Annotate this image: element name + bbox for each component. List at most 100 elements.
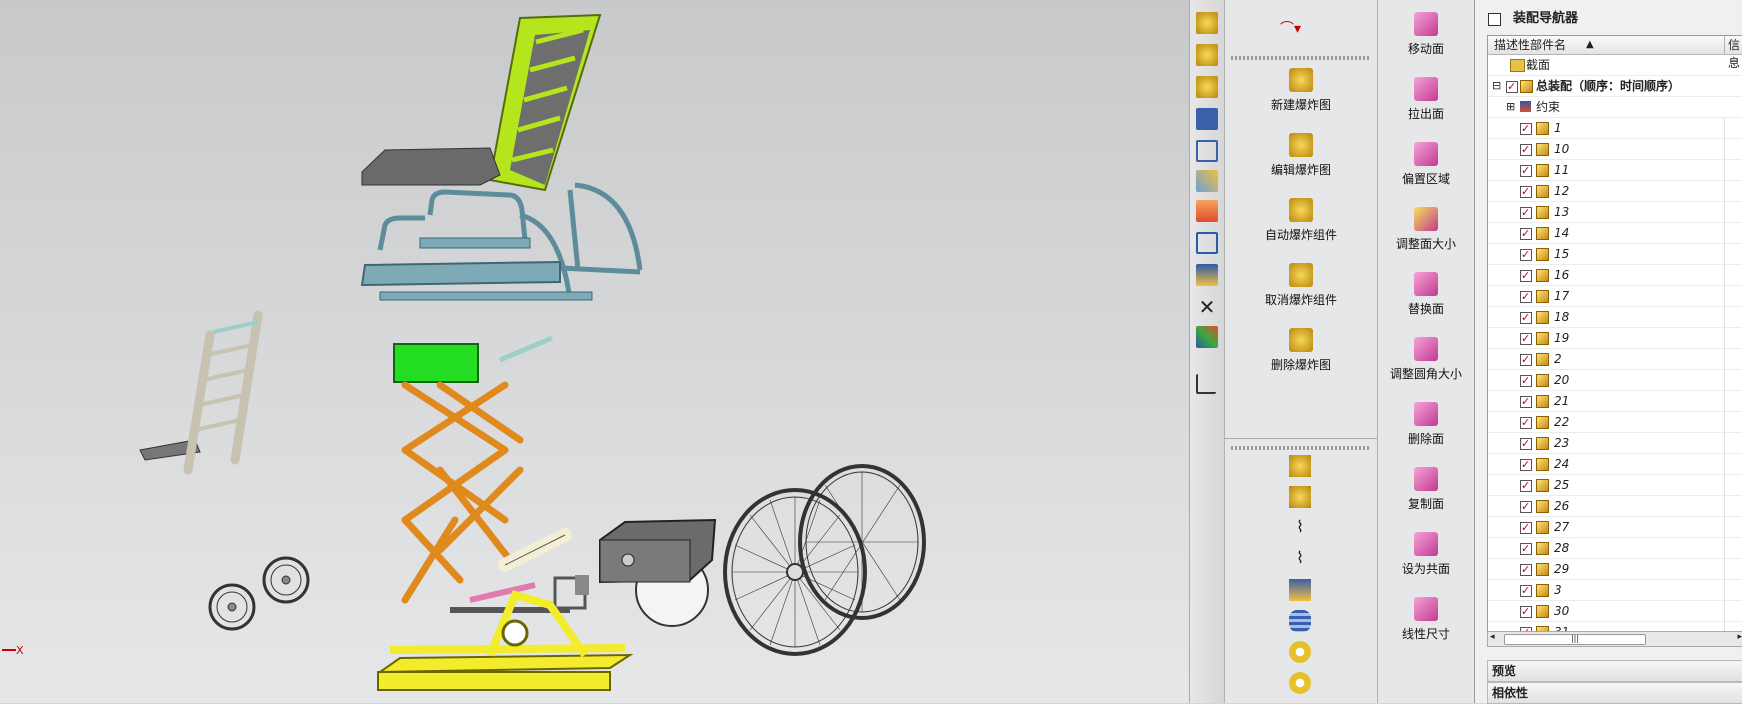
visibility-checkbox[interactable] [1520, 539, 1532, 559]
visibility-checkbox[interactable] [1520, 602, 1532, 622]
tree-node-part[interactable]: 1 [1488, 118, 1742, 139]
tree-node-part[interactable]: 13 [1488, 202, 1742, 223]
linear-dimension-button[interactable]: 线性尺寸 [1378, 597, 1474, 642]
visibility-checkbox[interactable] [1520, 560, 1532, 580]
visibility-checkbox[interactable] [1520, 266, 1532, 286]
fit-view-icon[interactable] [1196, 140, 1218, 162]
spring-icon[interactable] [1289, 610, 1311, 632]
visibility-checkbox[interactable] [1520, 161, 1532, 181]
tree-node-part[interactable]: 15 [1488, 244, 1742, 265]
tree-node-part[interactable]: 12 [1488, 181, 1742, 202]
tree-node-part[interactable]: 24 [1488, 454, 1742, 475]
move-face-button[interactable]: 移动面 [1378, 12, 1474, 57]
constraint-icon[interactable] [1196, 200, 1218, 222]
preview-section[interactable]: 预览 [1487, 660, 1742, 682]
visibility-checkbox[interactable] [1520, 308, 1532, 328]
tree-node-part[interactable]: 10 [1488, 139, 1742, 160]
tree-node-constraints[interactable]: ⊞ 约束 [1488, 97, 1742, 118]
visibility-checkbox[interactable] [1520, 455, 1532, 475]
tree-node-root[interactable]: ⊟ 总装配（顺序：时间顺序） [1488, 76, 1742, 97]
column-part-name[interactable]: 描述性部件名 [1488, 36, 1725, 54]
tree-node-part[interactable]: 27 [1488, 517, 1742, 538]
visibility-checkbox[interactable] [1520, 287, 1532, 307]
visibility-checkbox[interactable] [1520, 518, 1532, 538]
tree-node-part[interactable]: 26 [1488, 496, 1742, 517]
delete-face-button[interactable]: 删除面 [1378, 402, 1474, 447]
bearing-icon[interactable] [1289, 641, 1311, 663]
tree-node-part[interactable]: 25 [1488, 475, 1742, 496]
info-cell [1724, 307, 1742, 327]
resize-blend-button[interactable]: 调整圆角大小 [1378, 337, 1474, 382]
resize-face-button[interactable]: 调整面大小 [1378, 207, 1474, 252]
visibility-checkbox[interactable] [1506, 77, 1518, 97]
sketch-curve-icon[interactable]: ⌇ [1289, 517, 1311, 539]
edit-explosion-button[interactable]: 编辑爆炸图 [1225, 133, 1377, 178]
tree-node-part[interactable]: 18 [1488, 307, 1742, 328]
delete-explosion-button[interactable]: 删除爆炸图 [1225, 328, 1377, 373]
visibility-checkbox[interactable] [1520, 245, 1532, 265]
dependency-section[interactable]: 相依性 [1487, 682, 1742, 704]
trace-line-icon[interactable]: ⌇ [1289, 548, 1311, 570]
scroll-thumb[interactable]: ||| [1504, 634, 1646, 645]
visibility-checkbox[interactable] [1520, 119, 1532, 139]
new-component-icon[interactable] [1196, 76, 1218, 98]
mate-icon[interactable] [1196, 264, 1218, 286]
save-icon[interactable] [1196, 108, 1218, 130]
offset-region-button[interactable]: 偏置区域 [1378, 142, 1474, 187]
visibility-checkbox[interactable] [1520, 413, 1532, 433]
copy-face-button[interactable]: 复制面 [1378, 467, 1474, 512]
close-icon[interactable]: ✕ [1196, 296, 1218, 318]
visibility-checkbox[interactable] [1520, 329, 1532, 349]
auto-explode-button[interactable]: 自动爆炸组件 [1225, 198, 1377, 243]
tree-node-part[interactable]: 17 [1488, 286, 1742, 307]
tree-node-part[interactable]: 3 [1488, 580, 1742, 601]
dimension-icon[interactable] [1289, 579, 1311, 601]
tree-node-part[interactable]: 28 [1488, 538, 1742, 559]
tree-node-part[interactable]: 22 [1488, 412, 1742, 433]
make-coplanar-button[interactable]: 设为共面 [1378, 532, 1474, 577]
navigator-tree[interactable]: 描述性部件名 ▲ 信息 截面 ⊟ 总装配（顺序：时间顺序） ⊞ 约束 1 10 11… [1487, 35, 1742, 633]
visibility-checkbox[interactable] [1520, 350, 1532, 370]
component-icon[interactable] [1289, 455, 1311, 477]
tree-node-part[interactable]: 16 [1488, 265, 1742, 286]
wcs-icon[interactable] [1196, 232, 1218, 254]
new-explosion-button[interactable]: 新建爆炸图 [1225, 68, 1377, 113]
add-component-icon[interactable] [1196, 44, 1218, 66]
visibility-checkbox[interactable] [1520, 476, 1532, 496]
visibility-checkbox[interactable] [1520, 224, 1532, 244]
visibility-checkbox[interactable] [1520, 392, 1532, 412]
measure-icon[interactable] [1196, 374, 1216, 394]
visibility-checkbox[interactable] [1520, 497, 1532, 517]
graphics-viewport[interactable]: X [0, 0, 1189, 703]
tree-horizontal-scrollbar[interactable]: ◂ ||| ▸ [1487, 631, 1742, 647]
tree-node-part[interactable]: 14 [1488, 223, 1742, 244]
scroll-left-icon[interactable]: ◂ [1490, 632, 1495, 642]
tree-node-section[interactable]: 截面 [1488, 55, 1742, 76]
visibility-checkbox[interactable] [1520, 581, 1532, 601]
unexplode-button[interactable]: 取消爆炸组件 [1225, 263, 1377, 308]
tree-node-part[interactable]: 30 [1488, 601, 1742, 622]
tree-node-part[interactable]: 20 [1488, 370, 1742, 391]
move-component-icon[interactable] [1196, 170, 1218, 192]
explosion-view-dropdown[interactable]: ⌒▾ [1280, 18, 1320, 37]
tree-node-part[interactable]: 21 [1488, 391, 1742, 412]
gear-icon[interactable] [1289, 672, 1311, 694]
tree-node-part[interactable]: 23 [1488, 433, 1742, 454]
replace-face-button[interactable]: 替换面 [1378, 272, 1474, 317]
navigator-pin-checkbox[interactable] [1488, 13, 1501, 26]
scroll-right-icon[interactable]: ▸ [1737, 632, 1742, 642]
tree-node-part[interactable]: 2 [1488, 349, 1742, 370]
rear-wheels-part [723, 464, 926, 656]
visibility-checkbox[interactable] [1520, 203, 1532, 223]
visibility-checkbox[interactable] [1520, 371, 1532, 391]
visibility-checkbox[interactable] [1520, 182, 1532, 202]
component-icon[interactable] [1289, 486, 1311, 508]
visibility-checkbox[interactable] [1520, 434, 1532, 454]
component-icon[interactable] [1196, 12, 1218, 34]
visibility-checkbox[interactable] [1520, 140, 1532, 160]
tree-node-part[interactable]: 19 [1488, 328, 1742, 349]
tree-node-part[interactable]: 11 [1488, 160, 1742, 181]
tree-node-part[interactable]: 29 [1488, 559, 1742, 580]
pull-face-button[interactable]: 拉出面 [1378, 77, 1474, 122]
arrangement-icon[interactable] [1196, 326, 1218, 348]
